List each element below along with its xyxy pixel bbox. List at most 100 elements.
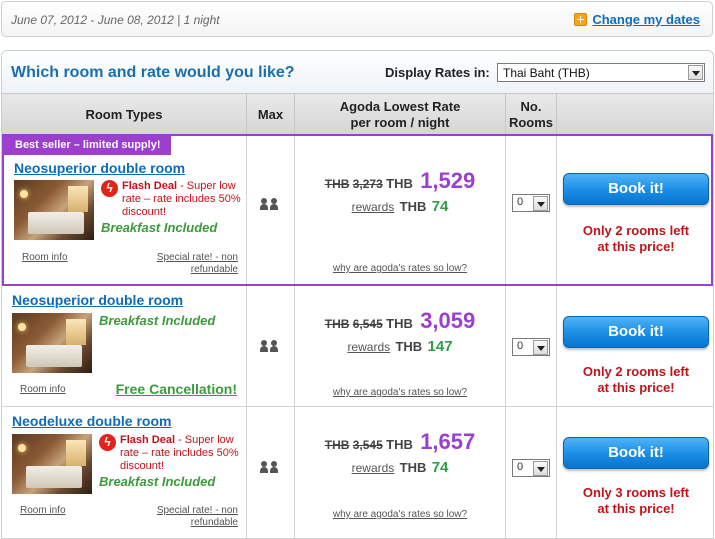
rooms-left-message: Only 2 rooms left at this price! (557, 364, 713, 396)
two-people-icon (260, 198, 280, 210)
currency-select[interactable]: Thai Baht (THB) (497, 63, 705, 82)
rewards-link[interactable]: rewards (352, 200, 395, 214)
col-rooms: No. Rooms (506, 94, 557, 135)
rooms-left-message: Only 3 rooms left at this price! (557, 485, 713, 517)
free-cancellation-link[interactable]: Free Cancellation! (116, 381, 237, 397)
panel-header: Which room and rate would you like? Disp… (2, 51, 713, 93)
rooms-cell: 0 (506, 286, 557, 406)
rooms-left-line1: Only 2 rooms left (582, 364, 690, 379)
table-row: Neosuperior double room Breakfast Includ… (2, 286, 713, 407)
col-rate-line2: per room / night (350, 114, 450, 130)
room-quantity-value: 0 (517, 340, 524, 352)
room-photo[interactable] (12, 434, 92, 494)
currency-label: THB (386, 316, 413, 331)
room-info-link[interactable]: Room info (22, 252, 68, 263)
rewards-line: rewards THB 74 (295, 198, 505, 215)
change-dates[interactable]: Change my dates (574, 12, 700, 27)
room-quantity-select[interactable]: 0 (512, 459, 550, 477)
current-price: 3,059 (420, 308, 476, 333)
original-amount: 6,545 (352, 317, 383, 331)
stay-dates: June 07, 2012 - June 08, 2012 | 1 night (11, 13, 220, 27)
rate-cell: THB 3,545 THB 1,657 rewards THB 74 why a… (295, 407, 506, 538)
col-rooms-line1: No. (520, 98, 542, 114)
why-low-link[interactable]: why are agoda's rates so low? (295, 509, 505, 520)
room-info-link[interactable]: Room info (20, 505, 66, 516)
original-price: THB 3,545 (325, 438, 383, 452)
original-price: THB 6,545 (325, 317, 383, 331)
rewards-points: 74 (431, 459, 449, 476)
room-quantity-select[interactable]: 0 (512, 194, 550, 212)
plus-icon[interactable] (574, 13, 588, 26)
max-cell (247, 407, 295, 538)
col-book (557, 94, 713, 135)
current-price: 1,657 (420, 429, 476, 454)
price-line: THB 6,545 THB 3,059 (295, 308, 505, 334)
col-max: Max (247, 94, 295, 135)
rewards-link[interactable]: rewards (347, 340, 390, 354)
max-cell (247, 136, 295, 284)
chevron-down-icon[interactable] (533, 461, 548, 476)
room-name-link[interactable]: Neosuperior double room (14, 160, 185, 176)
rewards-currency: THB (399, 460, 427, 475)
max-cell (247, 286, 295, 406)
rewards-currency: THB (399, 199, 427, 214)
col-rate-line1: Agoda Lowest Rate (339, 98, 461, 114)
room-name-link[interactable]: Neosuperior double room (12, 292, 183, 308)
rewards-currency: THB (395, 339, 423, 354)
flash-deal-title: Flash Deal (120, 434, 176, 446)
currency-selected: Thai Baht (THB) (503, 66, 590, 80)
room-quantity-select[interactable]: 0 (512, 338, 550, 356)
room-info-link[interactable]: Room info (20, 384, 66, 395)
room-name-link[interactable]: Neodeluxe double room (12, 413, 171, 429)
rooms-left-line2: at this price! (597, 380, 675, 395)
room-cell: Neodeluxe double room ϟ Flash Deal - Sup… (2, 407, 247, 538)
table-row: Best seller – limited supply! Neosuperio… (2, 134, 713, 286)
why-low-link[interactable]: why are agoda's rates so low? (295, 387, 505, 398)
rewards-link[interactable]: rewards (352, 461, 395, 475)
rewards-points: 147 (427, 338, 453, 355)
original-amount: 3,273 (352, 177, 383, 191)
special-rate-link[interactable]: Special rate! - non refundable (138, 252, 238, 276)
breakfast-included: Breakfast Included (101, 220, 218, 235)
lightning-icon: ϟ (99, 434, 116, 451)
date-bar: June 07, 2012 - June 08, 2012 | 1 night … (1, 1, 713, 37)
chevron-down-icon[interactable] (533, 196, 548, 211)
rewards-points: 74 (431, 198, 449, 215)
display-rates-label: Display Rates in: (385, 65, 490, 80)
book-cell: Book it! Only 2 rooms left at this price… (557, 286, 713, 406)
special-rate-text[interactable]: Special rate! - non refundable (157, 505, 238, 528)
rooms-left-message: Only 2 rooms left at this price! (557, 223, 713, 255)
price-line: THB 3,545 THB 1,657 (295, 429, 505, 455)
change-dates-link[interactable]: Change my dates (592, 12, 700, 27)
book-it-button[interactable]: Book it! (563, 437, 709, 469)
special-rate-text[interactable]: Special rate! - non refundable (157, 252, 238, 275)
why-low-link[interactable]: why are agoda's rates so low? (295, 263, 505, 274)
chevron-down-icon[interactable] (533, 340, 548, 355)
book-cell: Book it! Only 3 rooms left at this price… (557, 407, 713, 538)
rewards-line: rewards THB 74 (295, 459, 505, 476)
breakfast-included: Breakfast Included (99, 313, 216, 328)
panel-title: Which room and rate would you like? (11, 64, 295, 81)
table-header: Room Types Max Agoda Lowest Rate per roo… (2, 93, 713, 135)
flash-deal: ϟ Flash Deal - Super low rate – rate inc… (99, 434, 239, 473)
room-quantity-value: 0 (517, 196, 524, 208)
lightning-icon: ϟ (101, 180, 118, 197)
book-it-button[interactable]: Book it! (563, 316, 709, 348)
chevron-down-icon[interactable] (688, 65, 703, 80)
room-cell: Neosuperior double room Breakfast Includ… (2, 286, 247, 406)
best-seller-badge: Best seller – limited supply! (4, 136, 171, 155)
room-photo[interactable] (12, 313, 92, 373)
room-photo[interactable] (14, 180, 94, 240)
room-cell: Best seller – limited supply! Neosuperio… (4, 136, 247, 284)
rate-cell: THB 6,545 THB 3,059 rewards THB 147 why … (295, 286, 506, 406)
original-currency: THB (324, 317, 350, 331)
two-people-icon (260, 461, 280, 473)
special-rate-link[interactable]: Special rate! - non refundable (138, 505, 238, 529)
rooms-left-line2: at this price! (597, 239, 675, 254)
book-it-button[interactable]: Book it! (563, 173, 709, 205)
flash-deal-title: Flash Deal (122, 180, 178, 192)
two-people-icon (260, 340, 280, 352)
col-room-types: Room Types (2, 94, 247, 135)
original-currency: THB (324, 438, 350, 452)
rooms-left-line1: Only 2 rooms left (582, 223, 690, 238)
